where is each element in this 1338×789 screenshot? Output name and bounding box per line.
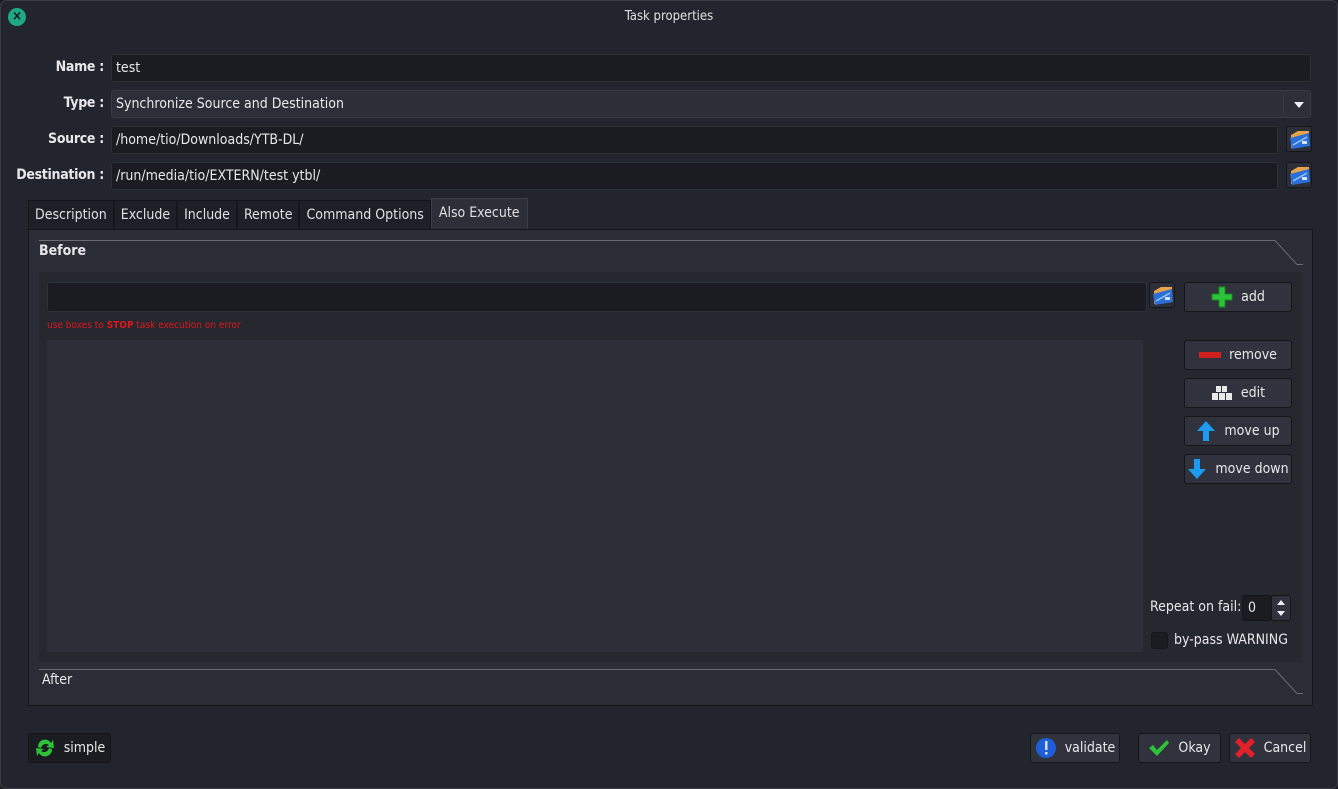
tab-bar: Description Exclude Include Remote Comma… — [28, 198, 528, 231]
name-label: Name : — [55, 59, 105, 75]
move-down-button[interactable]: move down — [1184, 454, 1292, 484]
okay-button-label: Okay — [1178, 740, 1211, 756]
repeat-spinner-arrows[interactable] — [1271, 595, 1291, 621]
command-list[interactable] — [47, 340, 1143, 652]
group-corner-decoration — [1257, 669, 1303, 694]
blocks-icon — [1211, 385, 1233, 401]
refresh-icon — [34, 737, 56, 759]
validate-button-label: validate — [1064, 740, 1116, 756]
move-down-button-label: move down — [1215, 461, 1289, 477]
add-button-label: add — [1241, 289, 1265, 305]
cancel-button[interactable]: Cancel — [1229, 733, 1311, 763]
source-browse-button[interactable] — [1286, 126, 1312, 152]
type-label: Type : — [63, 95, 105, 111]
task-properties-window: × Task properties Name : test Type : Syn… — [0, 0, 1338, 789]
move-up-button[interactable]: move up — [1184, 416, 1292, 446]
before-group-content: use boxes to STOP task execution on erro… — [39, 272, 1302, 662]
destination-field[interactable]: /run/media/tio/EXTERN/test ytbl/ — [111, 162, 1278, 190]
bypass-warning-label: by-pass WARNING — [1174, 632, 1288, 648]
repeat-on-fail-label: Repeat on fail: — [1150, 599, 1242, 615]
plus-icon — [1211, 286, 1233, 308]
simple-button[interactable]: simple — [28, 733, 111, 763]
check-icon — [1148, 738, 1170, 758]
source-label: Source : — [48, 131, 104, 147]
edit-button[interactable]: edit — [1184, 378, 1292, 408]
folder-icon — [1290, 167, 1310, 185]
type-select-value: Synchronize Source and Destination — [116, 96, 344, 112]
arrow-down-icon — [1187, 458, 1207, 480]
before-group-toggle[interactable]: Before — [39, 243, 86, 259]
hint-prefix: use boxes to — [47, 320, 107, 331]
edit-button-label: edit — [1240, 385, 1266, 401]
hint-stop: STOP — [106, 320, 134, 331]
stop-on-error-hint: use boxes to STOP task execution on erro… — [47, 320, 241, 331]
validate-button[interactable]: validate — [1030, 733, 1120, 763]
tab-command-options[interactable]: Command Options — [299, 200, 431, 231]
bypass-warning-checkbox[interactable] — [1151, 632, 1168, 649]
tab-remote[interactable]: Remote — [236, 200, 300, 231]
exclamation-icon — [1035, 737, 1057, 759]
also-execute-panel: Before use boxes to STOP task execution … — [28, 229, 1313, 706]
folder-icon — [1153, 287, 1173, 305]
tab-include[interactable]: Include — [177, 200, 237, 231]
group-corner-decoration — [1257, 240, 1303, 265]
destination-label: Destination : — [16, 167, 104, 183]
source-field[interactable]: /home/tio/Downloads/YTB-DL/ — [111, 126, 1278, 154]
folder-icon — [1290, 131, 1310, 149]
spin-arrows-icon — [1277, 600, 1285, 616]
cancel-button-label: Cancel — [1263, 740, 1307, 756]
okay-button[interactable]: Okay — [1138, 733, 1221, 763]
destination-browse-button[interactable] — [1286, 162, 1312, 188]
window-title: Task properties — [624, 9, 714, 24]
move-up-button-label: move up — [1224, 423, 1280, 439]
command-input[interactable] — [47, 282, 1147, 312]
chevron-down-icon — [1294, 102, 1304, 108]
x-icon — [1234, 737, 1256, 759]
remove-button-label: remove — [1229, 347, 1277, 363]
after-group-line — [39, 669, 1257, 670]
tab-exclude[interactable]: Exclude — [113, 200, 178, 231]
command-browse-button[interactable] — [1149, 282, 1175, 308]
remove-button[interactable]: remove — [1184, 340, 1292, 370]
tab-also-execute[interactable]: Also Execute — [430, 198, 528, 231]
name-field[interactable]: test — [111, 54, 1311, 82]
type-select[interactable]: Synchronize Source and Destination — [111, 90, 1311, 118]
tab-description[interactable]: Description — [28, 200, 114, 231]
after-group-toggle[interactable]: After — [42, 672, 72, 688]
simple-button-label: simple — [63, 740, 106, 756]
minus-icon — [1199, 351, 1222, 359]
arrow-up-icon — [1196, 420, 1216, 442]
repeat-on-fail-input[interactable]: 0 — [1242, 595, 1272, 621]
before-group-line — [39, 240, 1257, 241]
combo-separator — [1283, 95, 1284, 113]
add-button[interactable]: add — [1184, 282, 1292, 312]
hint-suffix: task execution on error — [133, 320, 241, 331]
